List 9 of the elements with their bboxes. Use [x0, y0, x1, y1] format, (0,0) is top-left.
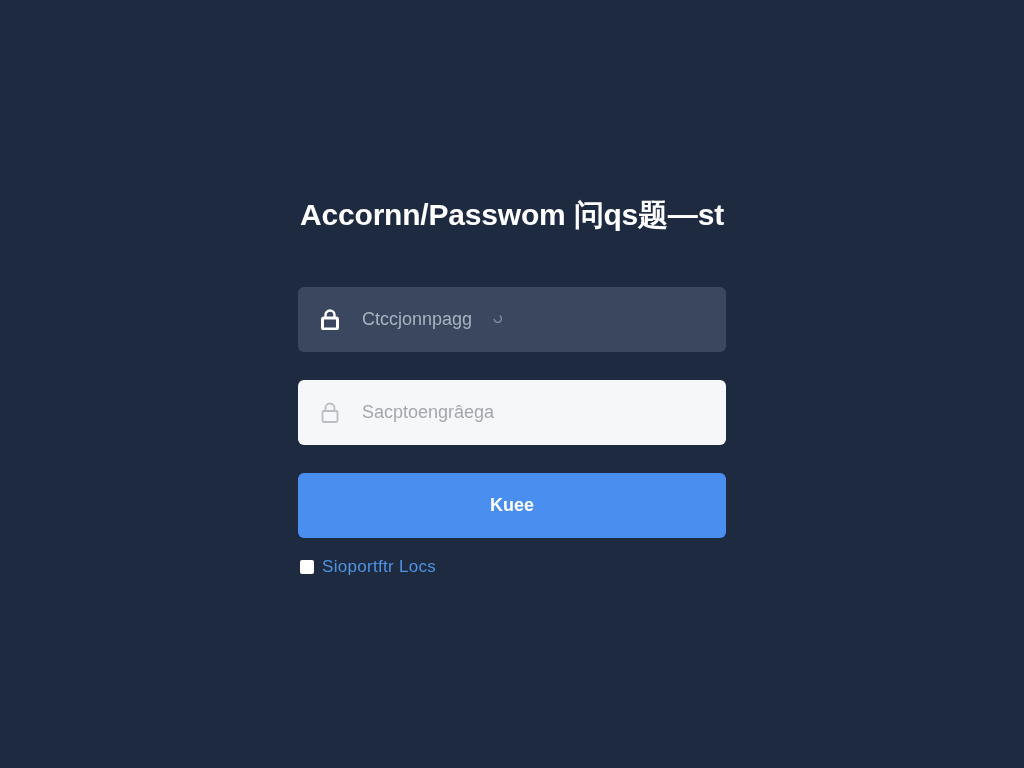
- padlock-icon: [321, 309, 339, 330]
- submit-button[interactable]: Kuee: [298, 473, 726, 538]
- checkbox[interactable]: [300, 560, 314, 574]
- text-field[interactable]: Sacptoengrâega: [298, 380, 726, 445]
- form-title: Accornn/Passwom 问qs题—st: [299, 197, 725, 233]
- text-field[interactable]: Ctccjonnpagg: [298, 287, 726, 352]
- padlock-icon: [321, 402, 339, 423]
- checkbox-label[interactable]: Sioportftr Locs: [322, 557, 437, 577]
- arc-icon: [492, 314, 503, 325]
